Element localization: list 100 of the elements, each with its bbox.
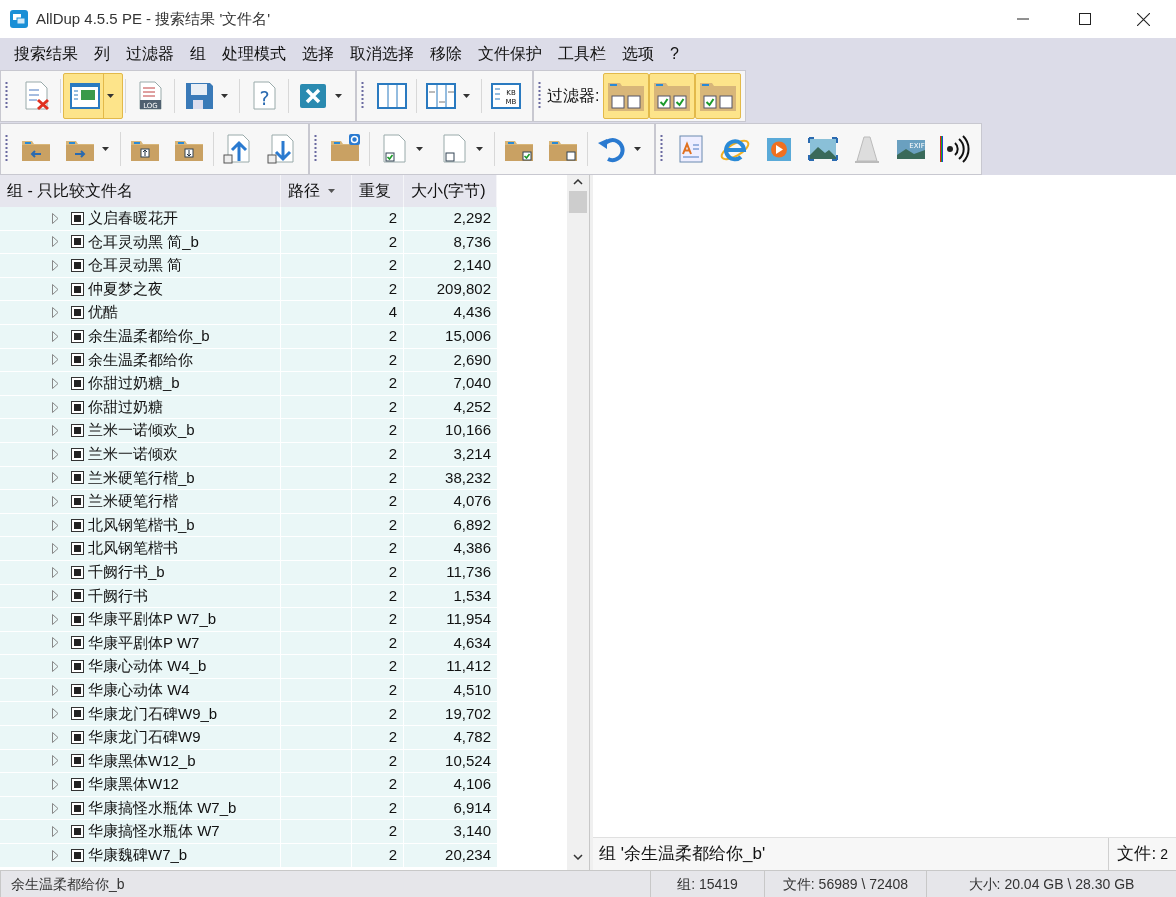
expand-arrow-icon[interactable] (52, 684, 59, 696)
close-icon[interactable] (1137, 12, 1150, 26)
checkbox[interactable] (71, 376, 84, 390)
caret-icon[interactable] (220, 94, 228, 98)
scroll-thumb[interactable] (569, 191, 587, 213)
table-row[interactable]: 你甜过奶糖 2 4,252 (0, 395, 497, 420)
expand-arrow-icon[interactable] (52, 283, 59, 295)
caret-icon[interactable] (101, 147, 109, 151)
scrollbar[interactable] (567, 175, 589, 870)
expand-arrow-icon[interactable] (52, 448, 59, 460)
filter-button[interactable] (649, 73, 696, 119)
sort-caret-icon[interactable] (328, 189, 335, 193)
table-row[interactable]: 华康心动体 W4_b 2 11,412 (0, 655, 497, 679)
table-row[interactable]: 余生温柔都给你 2 2,690 (0, 348, 497, 373)
checkbox[interactable] (71, 235, 84, 249)
menu-item[interactable]: 移除 (422, 42, 470, 66)
checkbox[interactable] (71, 636, 84, 650)
expand-arrow-icon[interactable] (52, 708, 59, 720)
expand-arrow-icon[interactable] (52, 779, 59, 791)
expand-arrow-icon[interactable] (52, 613, 59, 625)
checkbox[interactable] (71, 612, 84, 626)
checkbox[interactable] (71, 707, 84, 721)
expand-arrow-icon[interactable] (52, 755, 59, 767)
checkbox[interactable] (71, 683, 84, 697)
expand-arrow-icon[interactable] (52, 212, 59, 224)
checkbox[interactable] (71, 494, 84, 508)
expand-arrow-icon[interactable] (52, 849, 59, 861)
checkbox[interactable] (71, 471, 84, 485)
table-row[interactable]: 华康平剧体P W7_b 2 11,954 (0, 608, 497, 632)
caret-icon[interactable] (462, 94, 470, 98)
menu-item[interactable]: 工具栏 (550, 42, 614, 66)
table-row[interactable]: 华康龙门石碑W9_b 2 19,702 (0, 702, 497, 727)
checkbox[interactable] (71, 825, 84, 839)
expand-arrow-icon[interactable] (52, 637, 59, 649)
table-row[interactable]: 北风钢笔楷书 2 4,386 (0, 537, 497, 561)
scroll-down-icon[interactable] (573, 854, 583, 860)
table-row[interactable]: 华康魏碑W7_b 2 20,234 (0, 844, 497, 868)
table-row[interactable]: 华康搞怪水瓶体 W7 2 3,140 (0, 820, 497, 845)
checkbox[interactable] (71, 306, 84, 320)
checkbox[interactable] (71, 211, 84, 225)
menu-item[interactable]: 搜索结果 (6, 42, 86, 66)
menu-item[interactable]: 选择 (294, 42, 342, 66)
checkbox[interactable] (71, 447, 84, 461)
expand-arrow-icon[interactable] (52, 802, 59, 814)
expand-arrow-icon[interactable] (52, 566, 59, 578)
table-row[interactable]: 千阙行书_b 2 11,736 (0, 560, 497, 585)
checkbox[interactable] (71, 730, 84, 744)
table-row[interactable]: 华康龙门石碑W9 2 4,782 (0, 726, 497, 750)
table-row[interactable]: 千阙行书 2 1,534 (0, 584, 497, 609)
caret-icon[interactable] (415, 147, 423, 151)
table-row[interactable]: 兰米一诺倾欢 2 3,214 (0, 442, 497, 467)
menu-item[interactable]: 取消选择 (342, 42, 422, 66)
expand-arrow-icon[interactable] (52, 495, 59, 507)
checkbox[interactable] (71, 660, 84, 674)
expand-arrow-icon[interactable] (52, 590, 59, 602)
expand-arrow-icon[interactable] (52, 354, 59, 366)
expand-arrow-icon[interactable] (52, 260, 59, 271)
table-row[interactable]: 华康黑体W12 2 4,106 (0, 773, 497, 797)
expand-arrow-icon[interactable] (52, 543, 59, 555)
caret-icon[interactable] (334, 94, 342, 98)
checkbox[interactable] (71, 565, 84, 579)
table-row[interactable]: 华康心动体 W4 2 4,510 (0, 678, 497, 703)
table-row[interactable]: 华康平剧体P W7 2 4,634 (0, 631, 497, 656)
menu-item[interactable]: 组 (182, 42, 214, 66)
checkbox[interactable] (71, 353, 84, 367)
menu-item[interactable]: ? (662, 42, 687, 66)
menu-item[interactable]: 文件保护 (470, 42, 550, 66)
checkbox[interactable] (71, 542, 84, 556)
maximize-icon[interactable] (1079, 13, 1091, 25)
menu-item[interactable]: 列 (86, 42, 118, 66)
table-row[interactable]: 兰米硬笔行楷 2 4,076 (0, 490, 497, 514)
expand-arrow-icon[interactable] (52, 472, 59, 484)
expand-arrow-icon[interactable] (52, 401, 59, 413)
expand-arrow-icon[interactable] (52, 826, 59, 838)
caret-icon[interactable] (475, 147, 483, 151)
checkbox[interactable] (71, 589, 84, 603)
checkbox[interactable] (71, 801, 84, 815)
menu-item[interactable]: 过滤器 (118, 42, 182, 66)
expand-arrow-icon[interactable] (52, 425, 59, 437)
table-row[interactable]: 你甜过奶糖_b 2 7,040 (0, 372, 497, 396)
table-row[interactable]: 余生温柔都给你_b 2 15,006 (0, 324, 497, 349)
expand-arrow-icon[interactable] (52, 661, 59, 673)
filter-button[interactable] (695, 73, 742, 119)
checkbox[interactable] (71, 754, 84, 768)
table-row[interactable]: 北风钢笔楷书_b 2 6,892 (0, 513, 497, 538)
expand-arrow-icon[interactable] (52, 519, 59, 531)
filter-button[interactable] (603, 73, 650, 119)
scroll-up-icon[interactable] (573, 179, 583, 185)
expand-arrow-icon[interactable] (52, 377, 59, 389)
table-row[interactable]: 兰米一诺倾欢_b 2 10,166 (0, 419, 497, 443)
table-row[interactable]: 义启春暖花开 2 2,292 (0, 207, 497, 231)
toolbar-button[interactable]: ? (242, 73, 286, 119)
table-row[interactable]: 华康黑体W12_b 2 10,524 (0, 749, 497, 774)
menu-item[interactable]: 选项 (614, 42, 662, 66)
table-row[interactable]: 优酷 4 4,436 (0, 301, 497, 325)
table-row[interactable]: 仓耳灵动黑 简_b 2 8,736 (0, 230, 497, 255)
menu-item[interactable]: 处理模式 (214, 42, 294, 66)
checkbox[interactable] (71, 778, 84, 792)
checkbox[interactable] (71, 282, 84, 296)
expand-arrow-icon[interactable] (52, 307, 59, 319)
